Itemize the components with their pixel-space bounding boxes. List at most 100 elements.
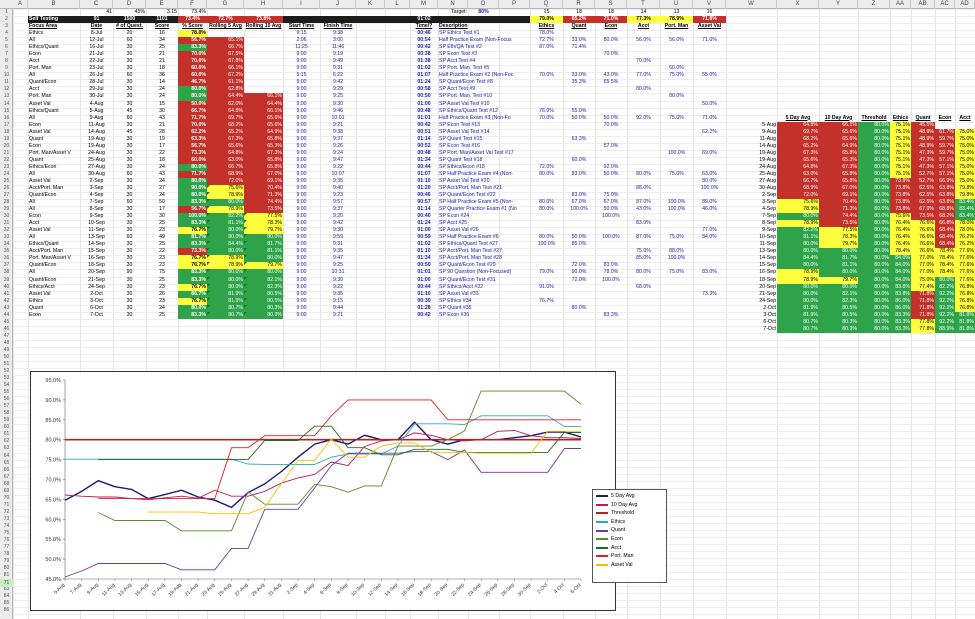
questions-cell[interactable]: 45: [113, 108, 146, 115]
right-value-cell[interactable]: 80.0%: [858, 262, 890, 270]
right-value-cell[interactable]: 83.3%: [890, 311, 911, 319]
pct-score-cell[interactable]: 70.0%: [178, 51, 207, 59]
right-value-cell[interactable]: 80.0%: [858, 156, 890, 164]
summary-title[interactable]: Self Testing: [28, 16, 80, 24]
right-value-cell[interactable]: 75.6%: [777, 199, 819, 207]
spreadsheet[interactable]: A B C D E F G H I J K L M N O P Q R S T U V W X Y Z AA AB AC AD 12345…: [0, 0, 975, 619]
right-value-cell[interactable]: 59.7%: [935, 149, 955, 157]
focus-area-cell[interactable]: Econ: [28, 51, 80, 58]
quant-cell[interactable]: [563, 51, 595, 58]
right-value-cell[interactable]: 75.1%: [890, 170, 911, 178]
acct-cell[interactable]: [627, 30, 660, 37]
port-man-cell[interactable]: [660, 51, 693, 58]
right-value-cell[interactable]: 68.4%: [935, 241, 955, 249]
right-value-cell[interactable]: 74.4%: [819, 213, 858, 221]
right-value-cell[interactable]: 75.0%: [955, 135, 975, 143]
right-value-cell[interactable]: 75.1%: [890, 149, 911, 157]
row-header-39[interactable]: 39: [0, 277, 13, 284]
summary-h[interactable]: 73.8%: [244, 16, 283, 24]
right-value-cell[interactable]: 76.8%: [955, 290, 975, 298]
right-value-cell[interactable]: 66.9%: [935, 177, 955, 185]
asset-val-cell[interactable]: [693, 79, 726, 86]
port-man-cell[interactable]: [660, 101, 693, 108]
econ-cell[interactable]: [595, 86, 627, 93]
right-value-cell[interactable]: [955, 122, 975, 129]
finish-time-cell[interactable]: 11:46: [320, 44, 356, 51]
right-value-cell[interactable]: 62.5%: [911, 199, 935, 207]
rolling-5-cell[interactable]: 61.1%: [207, 79, 244, 87]
right-value-cell[interactable]: 77.0%: [911, 269, 935, 277]
right-value-cell[interactable]: 80.0%: [858, 276, 890, 284]
asset-val-cell[interactable]: [693, 44, 726, 51]
right-value-cell[interactable]: 76.2%: [955, 234, 975, 242]
row-header-22[interactable]: 22: [0, 157, 13, 164]
summary-v[interactable]: 71.8%: [693, 16, 726, 24]
row-header-30[interactable]: 30: [0, 213, 13, 220]
right-value-cell[interactable]: 80.0%: [858, 241, 890, 249]
right-value-cell[interactable]: 78.4%: [935, 248, 955, 256]
pct-score-cell[interactable]: 66.7%: [178, 107, 207, 115]
right-value-cell[interactable]: 78.4%: [935, 269, 955, 277]
date-cell[interactable]: 8-Jul: [80, 30, 113, 37]
right-date-cell[interactable]: 9-Sep: [726, 227, 777, 234]
focus-area-cell[interactable]: Port. Man: [28, 65, 80, 72]
summary-r[interactable]: 65.2%: [563, 16, 595, 24]
right-value-cell[interactable]: 76.2%: [955, 241, 975, 249]
header-date[interactable]: Date: [80, 23, 113, 30]
right-value-cell[interactable]: 73.8%: [890, 185, 911, 193]
row-header-24[interactable]: 24: [0, 171, 13, 178]
port-man-cell[interactable]: [660, 44, 693, 51]
row-header-10[interactable]: 10: [0, 72, 13, 79]
right-date-cell[interactable]: 8-Sep: [726, 220, 777, 227]
row-header-19[interactable]: 19: [0, 136, 13, 143]
right-value-cell[interactable]: 82.3%: [819, 297, 858, 305]
row-header-62[interactable]: 62: [0, 438, 13, 445]
right-value-cell[interactable]: 81.1%: [777, 234, 819, 242]
right-date-cell[interactable]: 16-Sep: [726, 269, 777, 276]
right-value-cell[interactable]: 67.0%: [819, 185, 858, 193]
rolling-10-cell[interactable]: [244, 30, 283, 37]
right-value-cell[interactable]: 73.8%: [890, 206, 911, 214]
pct-score-cell[interactable]: 78.0%: [178, 30, 207, 38]
column-header-f[interactable]: F: [178, 0, 207, 9]
pct-score-cell[interactable]: 60.0%: [178, 65, 207, 73]
row-header-52[interactable]: 52: [0, 368, 13, 375]
right-value-cell[interactable]: 80.0%: [858, 206, 890, 214]
summary-fill[interactable]: [438, 16, 468, 24]
right-value-cell[interactable]: 80.0%: [777, 283, 819, 291]
row-header-7[interactable]: 7: [0, 51, 13, 58]
right-value-cell[interactable]: 80.0%: [858, 290, 890, 298]
right-value-cell[interactable]: 76.6%: [911, 220, 935, 228]
start-time-cell[interactable]: 9:15: [283, 30, 320, 37]
row-header-50[interactable]: 50: [0, 354, 13, 361]
right-value-cell[interactable]: 80.0%: [858, 177, 890, 185]
right-value-cell[interactable]: 75.0%: [955, 177, 975, 185]
right-value-cell[interactable]: 78.4%: [935, 255, 955, 263]
ethics-cell[interactable]: 72.7%: [530, 37, 563, 44]
quant-cell[interactable]: [563, 65, 595, 72]
rolling-10-cell[interactable]: [244, 44, 283, 51]
right-value-cell[interactable]: 76.6%: [911, 227, 935, 235]
header-desc[interactable]: Description: [438, 23, 530, 30]
right-value-cell[interactable]: 77.6%: [955, 269, 975, 277]
right-value-cell[interactable]: 75.6%: [890, 213, 911, 221]
column-header-g[interactable]: G: [207, 0, 244, 9]
cell-c1[interactable]: 41: [80, 9, 113, 16]
time-per-q-cell[interactable]: 01:07: [410, 72, 438, 79]
econ-cell[interactable]: 70.0%: [595, 51, 627, 58]
right-value-cell[interactable]: 80.0%: [777, 290, 819, 298]
right-value-cell[interactable]: 62.5%: [911, 185, 935, 193]
right-value-cell[interactable]: 64.9%: [819, 142, 858, 150]
score-cell[interactable]: 34: [146, 37, 178, 44]
description-cell[interactable]: Half Practice Exam (Non-Focus: [438, 37, 530, 44]
right-value-cell[interactable]: 65.3%: [819, 156, 858, 164]
time-per-q-cell[interactable]: 00:50: [410, 93, 438, 100]
right-value-cell[interactable]: 84.0%: [890, 255, 911, 263]
summary-d[interactable]: 1500: [113, 16, 146, 24]
column-header-d[interactable]: D: [113, 0, 146, 9]
description-cell[interactable]: SP Quant/Econ Test #8: [438, 79, 530, 86]
rolling-10-cell[interactable]: [244, 86, 283, 93]
port-man-cell[interactable]: 80.0%: [660, 93, 693, 100]
right-value-cell[interactable]: 78.3%: [819, 234, 858, 242]
right-value-cell[interactable]: 84.0%: [890, 262, 911, 270]
